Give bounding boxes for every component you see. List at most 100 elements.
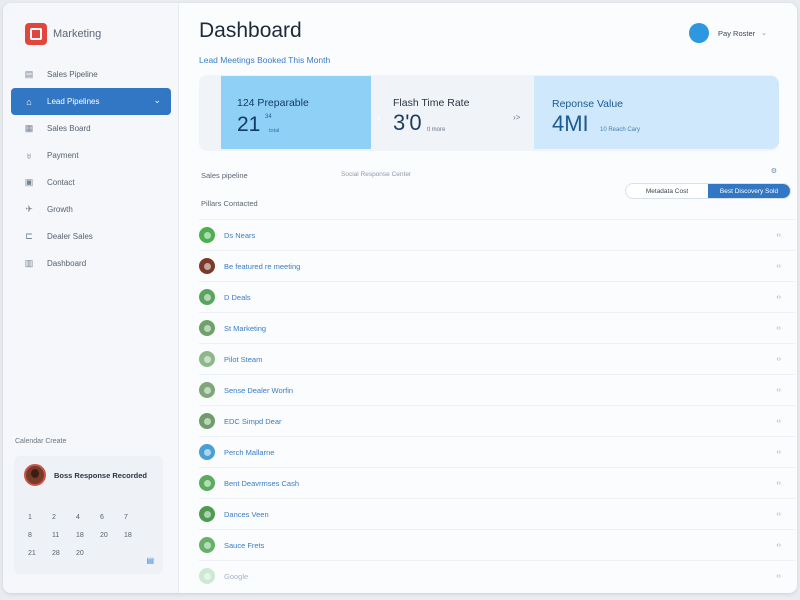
list-item[interactable]: St Marketing ‹› — [199, 312, 795, 343]
list-item-label: Google — [224, 571, 249, 581]
sidebar-item-sales-board[interactable]: ▦ Sales Board — [11, 115, 171, 142]
calendar-day[interactable]: 28 — [52, 550, 76, 557]
list-item[interactable]: D Deals ‹› — [199, 281, 795, 312]
view-toggle: Metadata Cost Best Discovery Sold — [625, 183, 791, 199]
list-item[interactable]: EDC Simpd Dear ‹› — [199, 405, 795, 436]
sidebar-item-label: Dealer Sales — [47, 232, 93, 241]
list-item[interactable]: Perch Mallarne ‹› — [199, 436, 795, 467]
sidebar-item-dealer-sales[interactable]: ⊏ Dealer Sales — [11, 223, 171, 250]
app-window: Marketing ▤ Sales Pipeline ⌂ Lead Pipeli… — [3, 3, 797, 593]
kpi-caption: 10 Reach Cary — [600, 127, 641, 133]
list-item-label: St Marketing — [224, 323, 267, 333]
list-header: Pillars Contacted — [201, 199, 258, 208]
calendar-day[interactable]: 11 — [52, 532, 76, 539]
expand-arrows-icon[interactable]: ‹› — [776, 542, 781, 549]
kpi-card-preparable[interactable]: 124 Preparable 21 34 total › — [221, 76, 380, 149]
sidebar-item-growth[interactable]: ✈ Growth — [11, 196, 171, 223]
calendar-day[interactable]: 1 — [28, 514, 52, 521]
calendar-day[interactable]: 2 — [52, 514, 76, 521]
expand-arrows-icon[interactable]: ‹› — [776, 449, 781, 456]
calendar-grid: 1 2 4 6 7 8 11 18 20 18 21 28 20 — [28, 508, 148, 562]
contact-avatar-icon — [199, 289, 215, 305]
calendar-day[interactable]: 4 — [76, 514, 100, 521]
grid-icon: ▤ — [24, 69, 34, 79]
settings-icon[interactable]: ⚙ — [771, 167, 777, 175]
sidebar-item-contact[interactable]: ▣ Contact — [11, 169, 171, 196]
section-label: Sales pipeline — [201, 171, 248, 180]
bracket-icon: ⊏ — [25, 231, 33, 241]
list-item[interactable]: Bent Deavrmses Cash ‹› — [199, 467, 795, 498]
list-item[interactable]: Google ‹› — [199, 560, 795, 591]
contact-avatar-icon — [199, 444, 215, 460]
list-item-label: Pilot Steam — [224, 354, 263, 364]
sidebar-item-payment[interactable]: ♅ Payment — [11, 142, 171, 169]
chevron-down-icon: ⌄ — [761, 30, 767, 37]
kpi-label: Reponse Value — [552, 98, 624, 110]
calendar-day[interactable]: 18 — [76, 532, 100, 539]
expand-arrows-icon[interactable]: ‹› — [776, 263, 781, 270]
logo-icon — [25, 23, 47, 45]
calendar-user-name: Boss Response Recorded — [54, 470, 147, 480]
list-item-label: Bent Deavrmses Cash — [224, 478, 300, 488]
calendar-day[interactable]: 6 — [100, 514, 124, 521]
sidebar-item-dashboard[interactable]: ▥ Dashboard — [11, 250, 171, 277]
bird-icon: ✈ — [25, 204, 33, 214]
sidebar-item-sales-pipeline[interactable]: ▤ Sales Pipeline — [11, 61, 171, 88]
toggle-best-discovery[interactable]: Best Discovery Sold — [708, 184, 790, 198]
expand-arrows-icon[interactable]: ‹› — [776, 418, 781, 425]
sidebar: Marketing ▤ Sales Pipeline ⌂ Lead Pipeli… — [3, 3, 179, 593]
expand-arrows-icon[interactable]: ‹› — [776, 294, 781, 301]
calendar-icon[interactable]: ▤ — [146, 556, 154, 565]
expand-arrows-icon[interactable]: ‹› — [776, 356, 781, 363]
expand-arrows-icon[interactable]: ‹› — [776, 387, 781, 394]
calendar-day[interactable]: 21 — [28, 550, 52, 557]
list-item[interactable]: Be featured re meeting ‹› — [199, 250, 795, 281]
list-item[interactable]: Sense Dealer Worfin ‹› — [199, 374, 795, 405]
list-item-label: Sauce Frets — [224, 540, 265, 550]
lead-list: Ds Nears ‹› Be featured re meeting ‹› D Deal… — [199, 219, 795, 591]
list-item[interactable]: Ds Nears ‹› — [199, 219, 795, 250]
calendar-day[interactable]: 18 — [124, 532, 148, 539]
calendar-row: 8 11 18 20 18 — [28, 526, 148, 544]
kpi-unit: 34 — [265, 114, 272, 120]
profile-menu[interactable]: Pay Roster ⌄ — [689, 23, 767, 43]
list-item-label: Perch Mallarne — [224, 447, 275, 457]
page-subtitle: Lead Meetings Booked This Month — [199, 55, 331, 65]
expand-arrows-icon[interactable]: ‹› — [776, 325, 781, 332]
contact-avatar-icon — [199, 568, 215, 584]
profile-name: Pay Roster — [718, 28, 756, 38]
sidebar-item-lead-pipelines[interactable]: ⌂ Lead Pipelines ⌄ — [11, 88, 171, 115]
kpi-card-response-value[interactable]: Reponse Value 4MI 10 Reach Cary — [534, 76, 779, 149]
list-item[interactable]: Pilot Steam ‹› — [199, 343, 795, 374]
home-icon: ⌂ — [26, 96, 32, 107]
list-item[interactable]: Dances Veen ‹› — [199, 498, 795, 529]
logo[interactable]: Marketing — [25, 23, 101, 45]
expand-arrows-icon[interactable]: ‹› — [776, 480, 781, 487]
calendar-row: 1 2 4 6 7 — [28, 508, 148, 526]
calendar-day[interactable]: 8 — [28, 532, 52, 539]
chevron-down-icon[interactable]: ⌄ — [153, 95, 161, 106]
logo-name: Marketing — [53, 28, 102, 40]
kpi-value: 3'0 — [393, 110, 422, 135]
dashboard-icon: ▥ — [24, 258, 34, 268]
list-item[interactable]: Sauce Frets ‹› — [199, 529, 795, 560]
sidebar-item-label: Sales Pipeline — [47, 70, 98, 79]
calendar-day[interactable]: 7 — [124, 514, 148, 521]
board-icon: ▦ — [24, 123, 34, 133]
toggle-metadata-cost[interactable]: Metadata Cost — [626, 184, 708, 198]
arrows-icon[interactable]: ›> — [513, 113, 520, 122]
expand-arrows-icon[interactable]: ‹› — [776, 232, 781, 239]
contact-avatar-icon — [199, 413, 215, 429]
calendar-day[interactable]: 20 — [76, 550, 100, 557]
contact-avatar-icon — [199, 537, 215, 553]
kpi-label: 124 Preparable — [237, 97, 309, 109]
expand-arrows-icon[interactable]: ‹› — [776, 573, 781, 580]
calendar-user[interactable]: Boss Response Recorded — [24, 464, 147, 486]
list-item-label: EDC Simpd Dear — [224, 416, 282, 426]
sidebar-item-label: Sales Board — [47, 124, 91, 133]
chevron-right-icon[interactable]: › — [377, 112, 380, 123]
list-item-label: Dances Veen — [224, 509, 269, 519]
expand-arrows-icon[interactable]: ‹› — [776, 511, 781, 518]
kpi-caption: tl more — [427, 127, 446, 133]
calendar-day[interactable]: 20 — [100, 532, 124, 539]
